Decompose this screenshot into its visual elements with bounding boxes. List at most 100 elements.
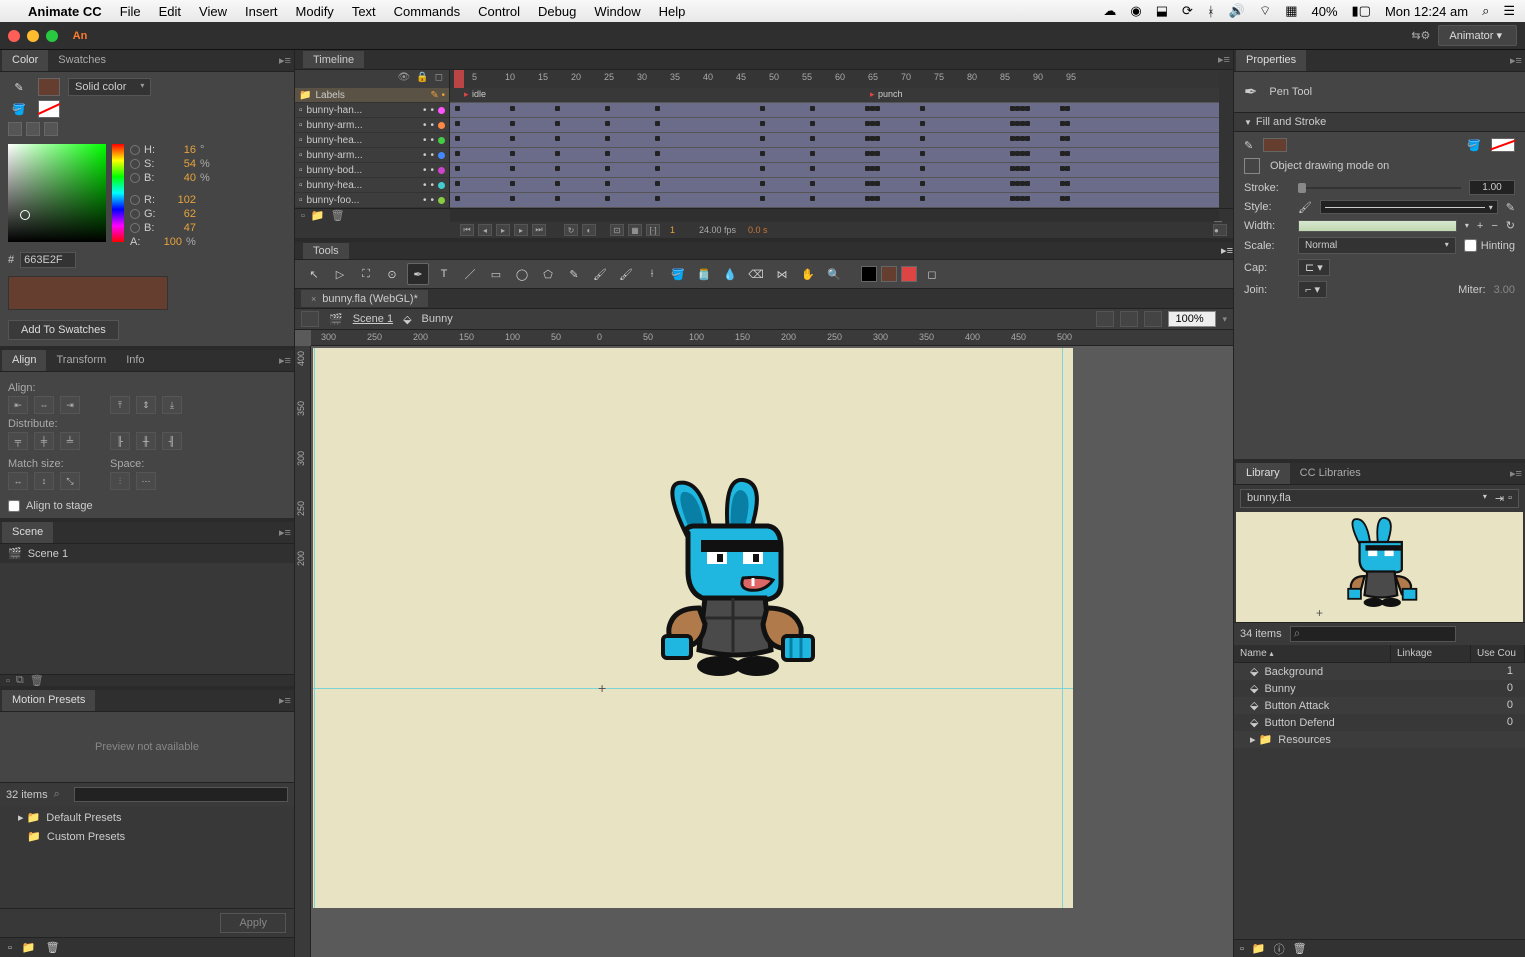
new-folder-layer-icon[interactable]: 📁 xyxy=(311,209,325,222)
markers-icon[interactable]: [·] xyxy=(646,224,660,236)
hand-tool-icon[interactable]: ✋ xyxy=(797,263,819,285)
free-transform-tool-icon[interactable]: ⛶ xyxy=(355,263,377,285)
center-stage-icon[interactable] xyxy=(1144,311,1162,327)
back-button-icon[interactable] xyxy=(301,311,319,327)
layer-item[interactable]: ▫bunny-arm...•• xyxy=(295,148,450,163)
align-hcenter-icon[interactable]: ⇔ xyxy=(34,396,54,414)
current-frame[interactable]: 1 xyxy=(670,225,675,235)
space-v-icon[interactable]: ⫶ xyxy=(110,472,130,490)
g-value[interactable]: 62 xyxy=(162,208,196,220)
edit-style-icon[interactable]: ✎ xyxy=(1506,201,1515,214)
col-linkage[interactable]: Linkage xyxy=(1391,645,1471,662)
tab-properties[interactable]: Properties xyxy=(1236,50,1306,71)
fill-tool-icon[interactable]: 🪣 xyxy=(8,100,30,118)
new-folder-lib-icon[interactable]: 📁 xyxy=(1252,942,1266,955)
width-tool-icon[interactable]: ⋈ xyxy=(771,263,793,285)
goto-first-icon[interactable]: ⏮ xyxy=(460,224,474,236)
bluetooth-icon[interactable]: ᚼ xyxy=(1207,4,1215,19)
color-panel-menu-icon[interactable]: ▸≡ xyxy=(276,50,294,71)
lasso-tool-icon[interactable]: ⊙ xyxy=(381,263,403,285)
layer-track[interactable] xyxy=(450,148,1219,163)
guide-vertical[interactable] xyxy=(1062,348,1063,908)
prop-stroke-color-chip[interactable] xyxy=(1263,138,1287,152)
bunny-artwork[interactable] xyxy=(633,478,833,698)
sync-icon[interactable]: ⟳ xyxy=(1182,3,1193,19)
hue-slider[interactable] xyxy=(112,144,124,242)
tools-panel-menu-icon[interactable]: ▸≡ xyxy=(1221,244,1233,257)
tab-scene[interactable]: Scene xyxy=(2,522,53,543)
layer-track[interactable] xyxy=(450,178,1219,193)
edit-symbol-icon[interactable] xyxy=(1120,311,1138,327)
space-h-icon[interactable]: ⋯ xyxy=(136,472,156,490)
match-both-icon[interactable]: ⤡ xyxy=(60,472,80,490)
col-use[interactable]: Use Cou xyxy=(1471,645,1525,662)
close-window-button[interactable] xyxy=(8,30,20,42)
stage-viewport[interactable]: + xyxy=(311,346,1233,957)
tab-swatches[interactable]: Swatches xyxy=(48,50,116,71)
goto-last-icon[interactable]: ⏭ xyxy=(532,224,546,236)
timeline-zoom-icon[interactable]: —●— xyxy=(1213,224,1227,236)
ink-bottle-tool-icon[interactable]: 🫙 xyxy=(693,263,715,285)
wifi-icon[interactable]: ⌔ xyxy=(1259,3,1271,19)
control-center-icon[interactable]: ▦ xyxy=(1285,3,1297,19)
stroke-tool-icon[interactable]: ✎ xyxy=(8,78,30,96)
join-select[interactable]: ⌐ ▾ xyxy=(1298,281,1327,298)
spotlight-icon[interactable]: ⌕ xyxy=(1482,3,1489,19)
selection-tool-icon[interactable]: ↖ xyxy=(303,263,325,285)
library-item[interactable]: ⬙ Button Attack0 xyxy=(1234,697,1525,714)
menu-modify[interactable]: Modify xyxy=(296,4,334,19)
eraser-tool-icon[interactable]: ⌫ xyxy=(745,263,767,285)
battery-percent[interactable]: 40% xyxy=(1311,4,1337,19)
width-profile-select[interactable] xyxy=(1298,220,1457,232)
library-panel-menu-icon[interactable]: ▸≡ xyxy=(1507,463,1525,484)
fps-display[interactable]: 24.00 fps xyxy=(699,225,736,235)
menu-commands[interactable]: Commands xyxy=(394,4,460,19)
step-back-icon[interactable]: ◂ xyxy=(478,224,492,236)
dist-bottom-icon[interactable]: ╧ xyxy=(60,432,80,450)
visibility-column-icon[interactable]: 👁 xyxy=(398,72,411,86)
subselection-tool-icon[interactable]: ▷ xyxy=(329,263,351,285)
align-left-icon[interactable]: ⇤ xyxy=(8,396,28,414)
h-value[interactable]: 16 xyxy=(162,144,196,156)
pin-library-icon[interactable]: ⇥ xyxy=(1495,492,1504,505)
library-item[interactable]: ⬙ Background1 xyxy=(1234,663,1525,680)
stroke-weight-slider[interactable] xyxy=(1298,187,1461,189)
line-tool-icon[interactable]: ／ xyxy=(459,263,481,285)
properties-lib-icon[interactable]: ⓘ xyxy=(1274,941,1285,957)
tab-tools[interactable]: Tools xyxy=(303,243,349,259)
align-to-stage-checkbox[interactable] xyxy=(8,500,20,512)
delete-preset-icon[interactable]: 🗑 xyxy=(46,941,60,954)
miter-value[interactable]: 3.00 xyxy=(1494,284,1515,296)
battery-icon[interactable]: ▮▢ xyxy=(1352,3,1371,19)
motion-search-input[interactable] xyxy=(74,787,288,802)
default-colors-icon[interactable] xyxy=(26,122,40,136)
properties-panel-menu-icon[interactable]: ▸≡ xyxy=(1507,50,1525,71)
tab-align[interactable]: Align xyxy=(2,350,46,371)
menu-extras-icon[interactable]: ☰ xyxy=(1503,3,1515,19)
layer-item[interactable]: ▫bunny-foo...•• xyxy=(295,193,450,208)
library-search-input[interactable] xyxy=(1290,626,1456,642)
h-radio[interactable] xyxy=(130,145,140,155)
cap-select[interactable]: ⊏ ▾ xyxy=(1298,259,1330,276)
tab-cc-libraries[interactable]: CC Libraries xyxy=(1290,463,1371,484)
layer-item[interactable]: ▫bunny-han...•• xyxy=(295,103,450,118)
bl-radio[interactable] xyxy=(130,223,140,233)
preset-folder-default[interactable]: ▸ 📁 Default Presets xyxy=(0,808,294,827)
minimize-window-button[interactable] xyxy=(27,30,39,42)
guide-vertical[interactable] xyxy=(314,348,315,908)
stroke-weight-input[interactable] xyxy=(1469,180,1515,195)
library-item[interactable]: ⬙ Bunny0 xyxy=(1234,680,1525,697)
menu-edit[interactable]: Edit xyxy=(159,4,181,19)
timeline-panel-menu-icon[interactable]: ▸≡ xyxy=(1215,53,1233,66)
document-tab[interactable]: × bunny.fla (WebGL)* xyxy=(301,290,428,307)
layer-labels[interactable]: 📁 Labels✎ • xyxy=(295,88,450,103)
zoom-select[interactable] xyxy=(1168,311,1216,327)
match-height-icon[interactable]: ↕ xyxy=(34,472,54,490)
align-bottom-icon[interactable]: ⤓ xyxy=(162,396,182,414)
tab-transform[interactable]: Transform xyxy=(46,350,116,371)
library-item[interactable]: ▸ 📁 Resources xyxy=(1234,731,1525,748)
layer-track[interactable] xyxy=(450,118,1219,133)
pencil-tool-icon[interactable]: ✎ xyxy=(563,263,585,285)
add-to-swatches-button[interactable]: Add To Swatches xyxy=(8,320,119,340)
center-frame-icon[interactable]: ⊡ xyxy=(610,224,624,236)
